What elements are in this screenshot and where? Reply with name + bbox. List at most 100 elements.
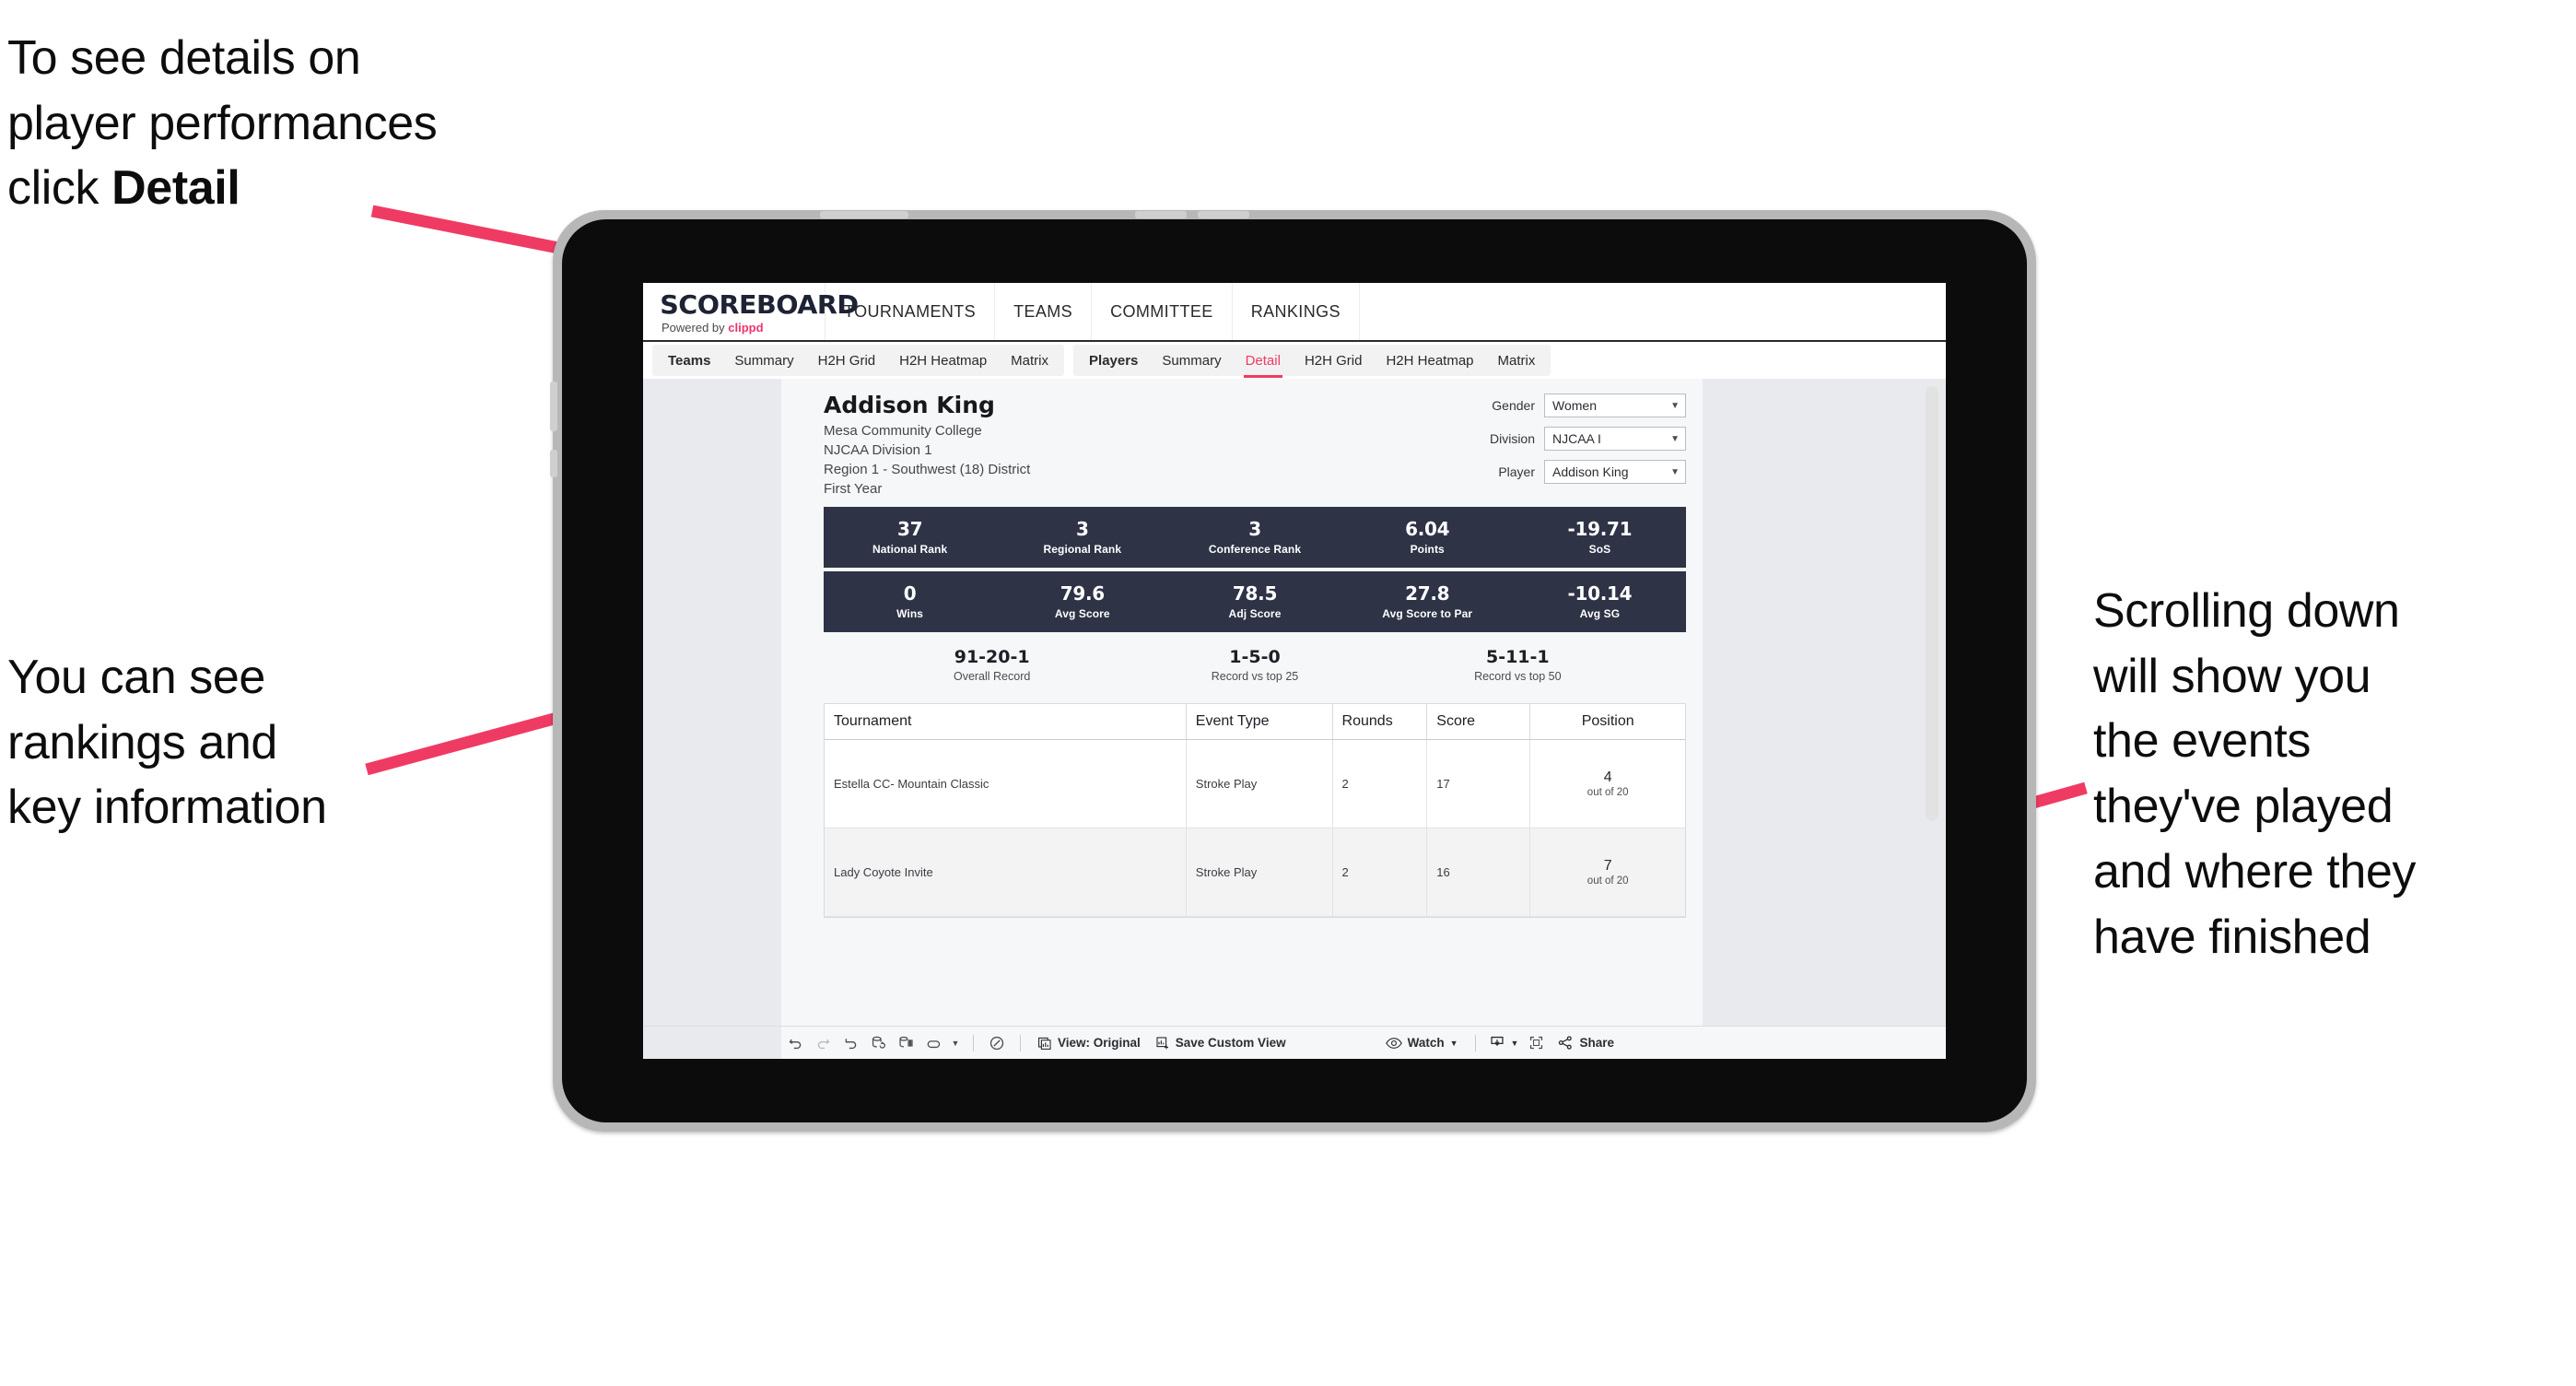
col-header-tournament[interactable]: Tournament bbox=[825, 704, 1187, 740]
selector-division-row: Division NJCAA I ▼ bbox=[1467, 427, 1686, 451]
selector-gender-label: Gender bbox=[1492, 398, 1535, 413]
view-original-button[interactable]: View: Original bbox=[1030, 1036, 1148, 1051]
viz-right-padding bbox=[1703, 379, 1946, 1026]
record-label: Overall Record bbox=[953, 670, 1031, 684]
share-button[interactable]: Share bbox=[1550, 1035, 1622, 1051]
stat-value: 6.04 bbox=[1405, 517, 1450, 540]
col-header-score[interactable]: Score bbox=[1426, 704, 1531, 740]
pause-auto-updates-icon[interactable] bbox=[892, 1031, 919, 1055]
watch-label: Watch bbox=[1407, 1036, 1445, 1050]
volume-down-button[interactable] bbox=[1198, 211, 1249, 218]
selector-division-label: Division bbox=[1489, 431, 1535, 446]
cell-score: 16 bbox=[1426, 828, 1531, 917]
tournament-results-table: Tournament Event Type Rounds Score Posit… bbox=[824, 703, 1686, 918]
logo-subtitle-prefix: Powered by bbox=[662, 320, 729, 335]
stat-value: 3 bbox=[1248, 517, 1261, 540]
topnav-rankings[interactable]: RANKINGS bbox=[1233, 283, 1360, 340]
stat-label: Adj Score bbox=[1228, 606, 1282, 620]
show-filters-icon[interactable] bbox=[983, 1031, 1011, 1055]
app-screen: SCOREBOARD Powered by clippd TOURNAMENTS… bbox=[643, 283, 1946, 1059]
viz-body: Addison King Mesa Community College NJCA… bbox=[643, 379, 1946, 1026]
tab-teams[interactable]: Teams bbox=[656, 345, 722, 376]
record-value: 5-11-1 bbox=[1485, 646, 1550, 667]
undo-icon[interactable] bbox=[781, 1031, 809, 1055]
player-region: Region 1 - Southwest (18) District bbox=[824, 462, 1031, 478]
player-division: NJCAA Division 1 bbox=[824, 441, 932, 458]
view-original-label: View: Original bbox=[1058, 1036, 1141, 1050]
share-label: Share bbox=[1579, 1036, 1614, 1050]
col-header-rounds[interactable]: Rounds bbox=[1332, 704, 1428, 740]
tab-players-h2h-grid[interactable]: H2H Grid bbox=[1293, 345, 1375, 376]
stat-value: -10.14 bbox=[1567, 581, 1633, 605]
view-icon bbox=[1038, 1037, 1051, 1050]
position-number: 4 bbox=[1603, 769, 1612, 785]
power-button[interactable] bbox=[820, 211, 908, 218]
logo-brand-name: clippd bbox=[728, 320, 764, 335]
revert-icon[interactable] bbox=[837, 1031, 864, 1055]
tab-players-matrix[interactable]: Matrix bbox=[1486, 345, 1548, 376]
app-logo[interactable]: SCOREBOARD Powered by clippd bbox=[643, 283, 859, 340]
cell-rounds: 2 bbox=[1332, 828, 1428, 917]
tab-teams-summary[interactable]: Summary bbox=[722, 345, 805, 376]
col-header-event-type[interactable]: Event Type bbox=[1186, 704, 1333, 740]
stat-wins: 0 Wins bbox=[824, 582, 996, 620]
selector-division-dropdown[interactable]: NJCAA I ▼ bbox=[1544, 427, 1686, 451]
stat-regional-rank: 3 Regional Rank bbox=[996, 518, 1168, 556]
fullscreen-icon[interactable] bbox=[1522, 1031, 1550, 1055]
player-header: Addison King Mesa Community College NJCA… bbox=[824, 392, 1686, 499]
chevron-down-icon[interactable]: ▼ bbox=[947, 1031, 964, 1055]
position-out-of: out of 20 bbox=[1587, 875, 1629, 887]
record-overall: 91-20-1 Overall Record bbox=[861, 647, 1123, 684]
save-custom-view-button[interactable]: Save Custom View bbox=[1148, 1036, 1294, 1051]
topnav-teams[interactable]: TEAMS bbox=[995, 283, 1093, 340]
selector-player-row: Player Addison King ▼ bbox=[1467, 460, 1686, 484]
stat-avg-score-to-par: 27.8 Avg Score to Par bbox=[1341, 582, 1514, 620]
cell-tournament: Estella CC- Mountain Classic bbox=[825, 739, 1187, 828]
position-out-of: out of 20 bbox=[1587, 787, 1629, 799]
annotation-top-left-bold: Detail bbox=[111, 161, 240, 216]
stats-bar-scoring: 0 Wins 79.6 Avg Score 78.5 Adj Score 27.… bbox=[824, 570, 1686, 632]
toolbar-divider bbox=[1020, 1034, 1021, 1051]
table-row[interactable]: Lady Coyote Invite Stroke Play 2 16 7 ou… bbox=[825, 828, 1685, 917]
stat-label: Conference Rank bbox=[1208, 542, 1302, 556]
tab-players-summary[interactable]: Summary bbox=[1150, 345, 1233, 376]
screenshot-root: To see details on player performances cl… bbox=[0, 0, 2576, 1386]
position-number: 7 bbox=[1603, 857, 1612, 874]
toolbar-divider bbox=[973, 1034, 974, 1051]
selector-gender-dropdown[interactable]: Women ▼ bbox=[1544, 393, 1686, 417]
pause-resume-icon[interactable] bbox=[919, 1031, 947, 1055]
side-button-lower[interactable] bbox=[550, 450, 557, 477]
viz-toolbar: ▼ View: Original Save Custom View Watch … bbox=[643, 1026, 1946, 1059]
tab-teams-matrix[interactable]: Matrix bbox=[999, 345, 1060, 376]
tab-players-detail[interactable]: Detail bbox=[1234, 345, 1293, 378]
stat-label: Avg Score to Par bbox=[1382, 606, 1473, 620]
redo-icon[interactable] bbox=[809, 1031, 837, 1055]
tab-strip: Teams Summary H2H Grid H2H Heatmap Matri… bbox=[643, 340, 1946, 379]
download-icon bbox=[1490, 1036, 1504, 1046]
watch-button[interactable]: Watch ▼ bbox=[1378, 1036, 1466, 1051]
stat-avg-score: 79.6 Avg Score bbox=[996, 582, 1168, 620]
col-header-position[interactable]: Position bbox=[1529, 704, 1685, 740]
player-school: Mesa Community College bbox=[824, 422, 982, 439]
tab-teams-h2h-heatmap[interactable]: H2H Heatmap bbox=[887, 345, 999, 376]
side-button-upper[interactable] bbox=[550, 382, 557, 431]
player-year: First Year bbox=[824, 481, 883, 498]
chevron-down-icon: ▼ bbox=[1510, 1038, 1519, 1048]
tablet-device: SCOREBOARD Powered by clippd TOURNAMENTS… bbox=[550, 210, 2036, 1132]
selector-player-dropdown[interactable]: Addison King ▼ bbox=[1544, 460, 1686, 484]
tablet-bezel: SCOREBOARD Powered by clippd TOURNAMENTS… bbox=[562, 219, 2027, 1122]
table-header-row: Tournament Event Type Rounds Score Posit… bbox=[825, 704, 1685, 740]
download-button[interactable]: ▼ bbox=[1485, 1035, 1523, 1051]
tab-players[interactable]: Players bbox=[1077, 345, 1150, 376]
save-custom-view-label: Save Custom View bbox=[1175, 1036, 1286, 1050]
tab-teams-h2h-grid[interactable]: H2H Grid bbox=[806, 345, 888, 376]
selector-division-value: NJCAA I bbox=[1552, 431, 1601, 446]
table-row[interactable]: Estella CC- Mountain Classic Stroke Play… bbox=[825, 739, 1685, 828]
record-label: Record vs top 50 bbox=[1474, 670, 1562, 684]
refresh-data-icon[interactable] bbox=[864, 1031, 892, 1055]
topnav-committee[interactable]: COMMITTEE bbox=[1092, 283, 1233, 340]
vertical-scrollbar[interactable] bbox=[1926, 386, 1938, 821]
tab-players-h2h-heatmap[interactable]: H2H Heatmap bbox=[1374, 345, 1485, 376]
volume-up-button[interactable] bbox=[1135, 211, 1187, 218]
brand-bar: SCOREBOARD Powered by clippd TOURNAMENTS… bbox=[643, 283, 1946, 340]
